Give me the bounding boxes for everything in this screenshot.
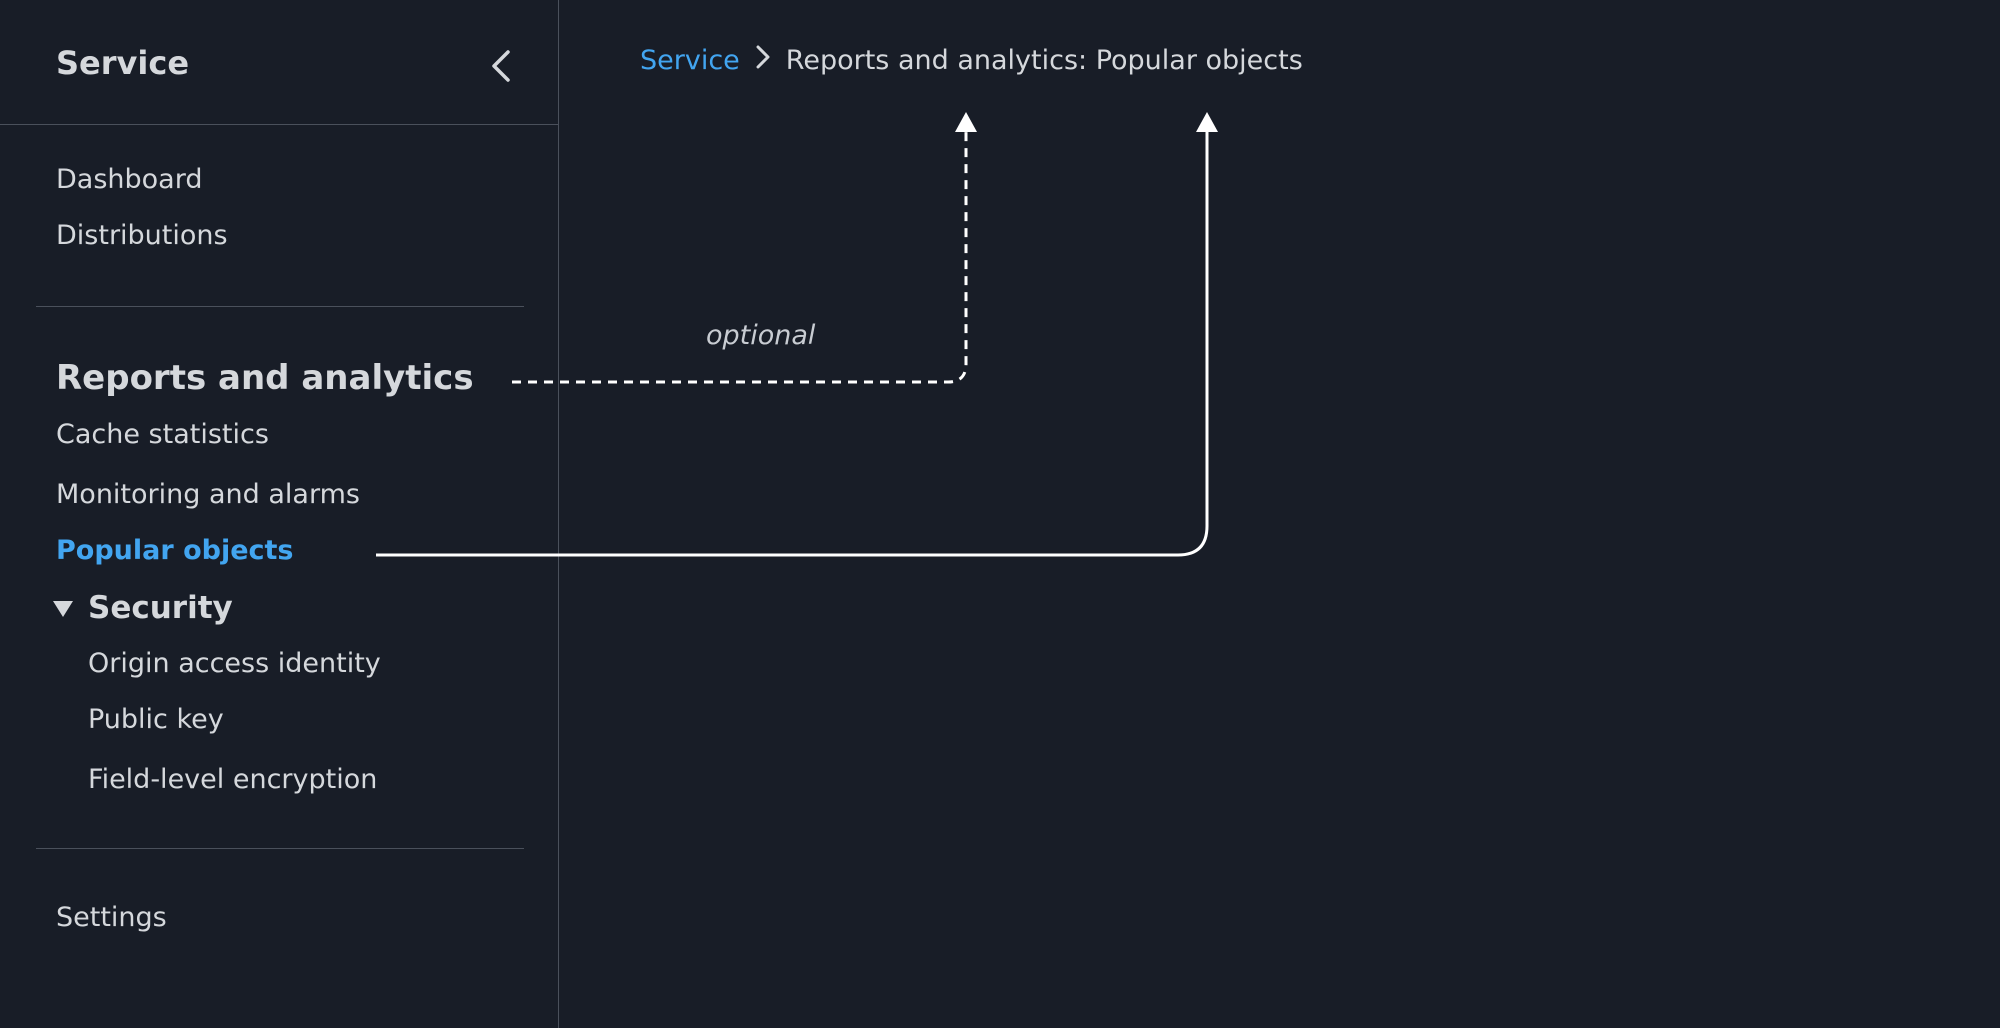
annotation-arrows	[376, 112, 1218, 557]
solid-arrow	[376, 132, 1209, 557]
solid-arrowhead	[1196, 112, 1218, 132]
dashed-arrowhead	[955, 112, 977, 132]
optional-dashed-arrow	[512, 132, 968, 384]
